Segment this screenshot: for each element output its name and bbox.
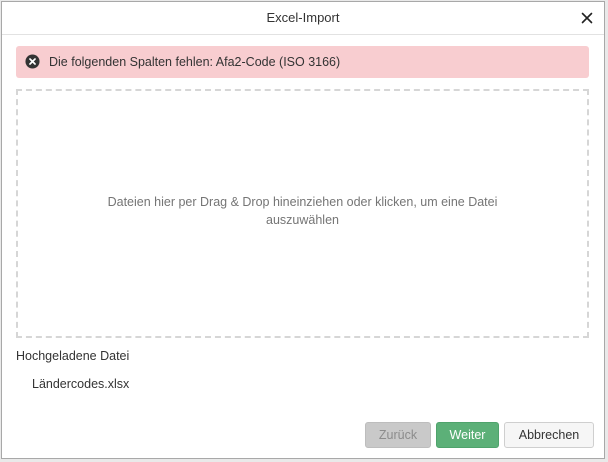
close-x-icon xyxy=(581,12,593,24)
error-alert: Die folgenden Spalten fehlen: Afa2-Code … xyxy=(16,46,589,78)
error-x-circle-icon xyxy=(25,54,40,69)
dropzone-instructions: Dateien hier per Drag & Drop hineinziehe… xyxy=(107,195,498,227)
close-button[interactable] xyxy=(578,9,596,27)
file-dropzone[interactable]: Dateien hier per Drag & Drop hineinziehe… xyxy=(16,89,589,338)
next-button[interactable]: Weiter xyxy=(436,422,499,448)
uploaded-file-name: Ländercodes.xlsx xyxy=(32,377,130,391)
back-button[interactable]: Zurück xyxy=(365,422,431,448)
dialog-titlebar: Excel-Import xyxy=(2,2,604,35)
excel-import-dialog: Excel-Import Die folgenden Spalten fehle… xyxy=(1,1,605,459)
dialog-title: Excel-Import xyxy=(266,10,340,25)
alert-message: Die folgenden Spalten fehlen: Afa2-Code … xyxy=(49,55,341,69)
uploaded-file-label: Hochgeladene Datei xyxy=(16,349,130,363)
cancel-button[interactable]: Abbrechen xyxy=(504,422,594,448)
